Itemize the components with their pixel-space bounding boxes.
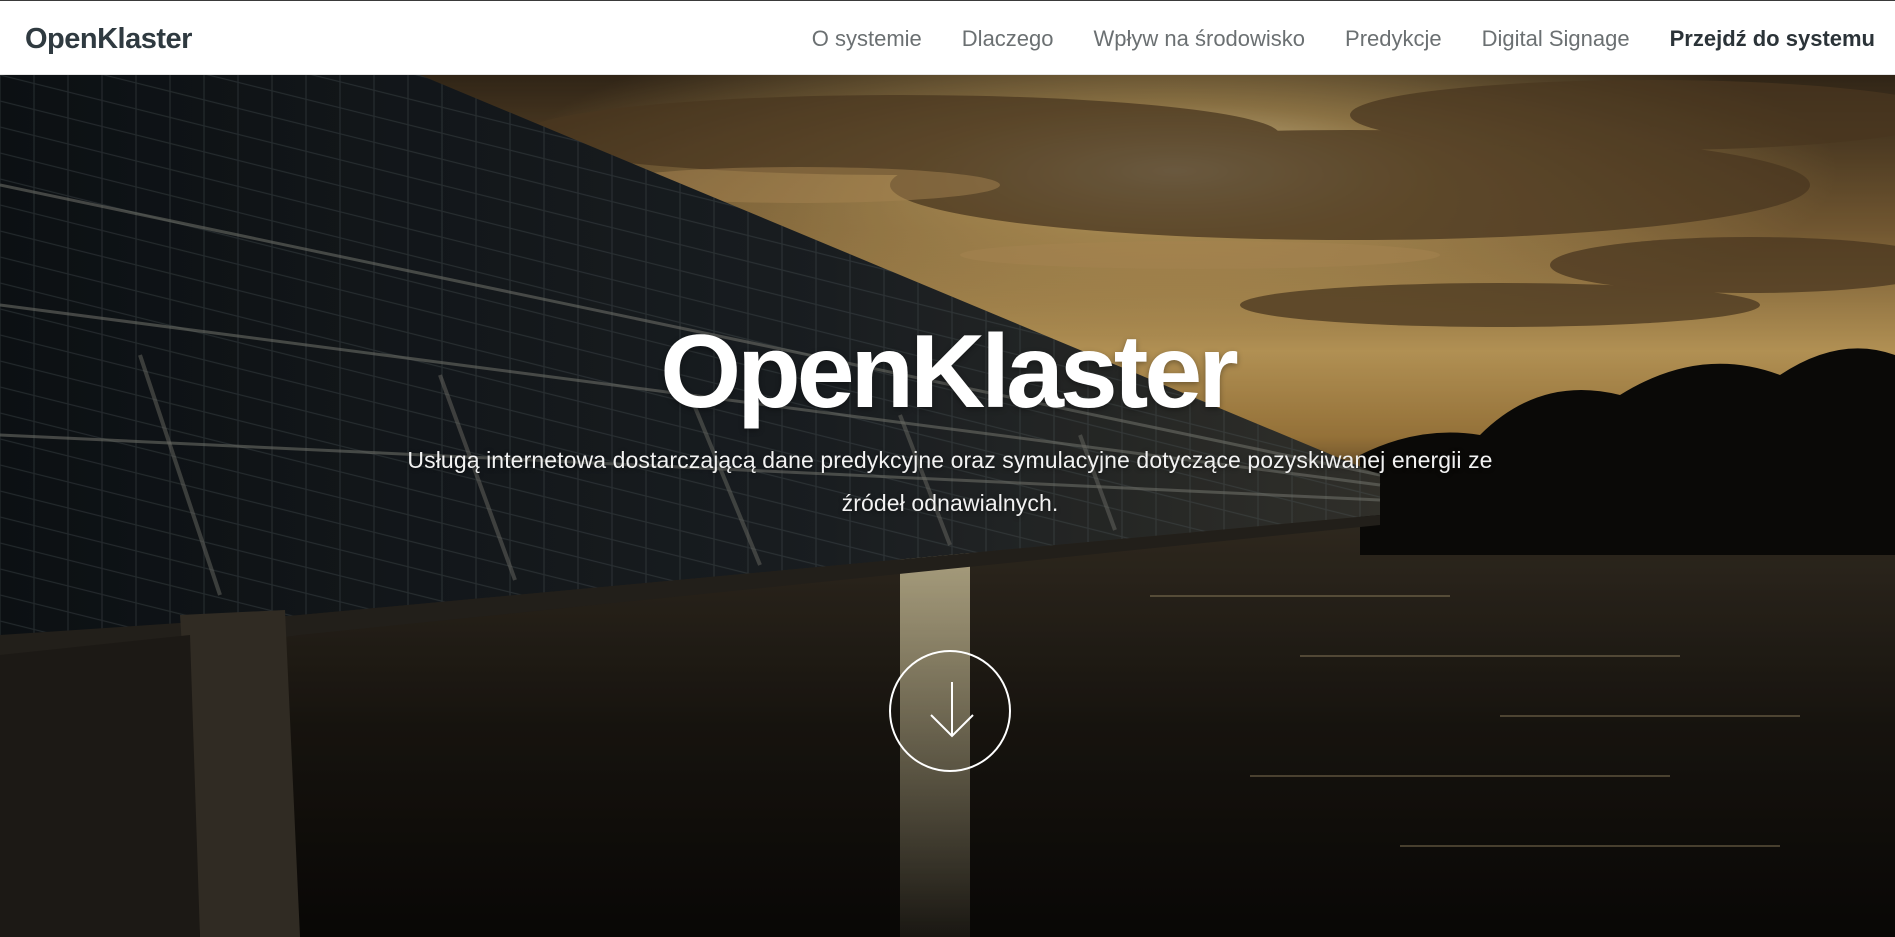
nav-links: O systemie Dlaczego Wpływ na środowisko … bbox=[812, 1, 1875, 76]
hero-section: OpenKlaster Usługą internetowa dostarcza… bbox=[0, 75, 1895, 937]
nav-link-digital-signage[interactable]: Digital Signage bbox=[1482, 24, 1630, 54]
brand-logo-link[interactable]: OpenKlaster bbox=[25, 22, 192, 56]
nav-link-o-systemie[interactable]: O systemie bbox=[812, 24, 922, 54]
hero-title: OpenKlaster bbox=[660, 314, 1238, 430]
nav-link-predykcje[interactable]: Predykcje bbox=[1345, 24, 1442, 54]
nav-link-wplyw[interactable]: Wpływ na środowisko bbox=[1094, 24, 1306, 54]
hero-subtitle: Usługą internetowa dostarczającą dane pr… bbox=[407, 447, 1493, 516]
arrow-down-icon bbox=[930, 682, 974, 738]
top-navbar: OpenKlaster O systemie Dlaczego Wpływ na… bbox=[0, 0, 1895, 75]
scroll-down-button[interactable] bbox=[889, 650, 1011, 772]
go-to-system-link[interactable]: Przejdź do systemu bbox=[1670, 24, 1875, 54]
nav-link-dlaczego[interactable]: Dlaczego bbox=[962, 24, 1054, 54]
